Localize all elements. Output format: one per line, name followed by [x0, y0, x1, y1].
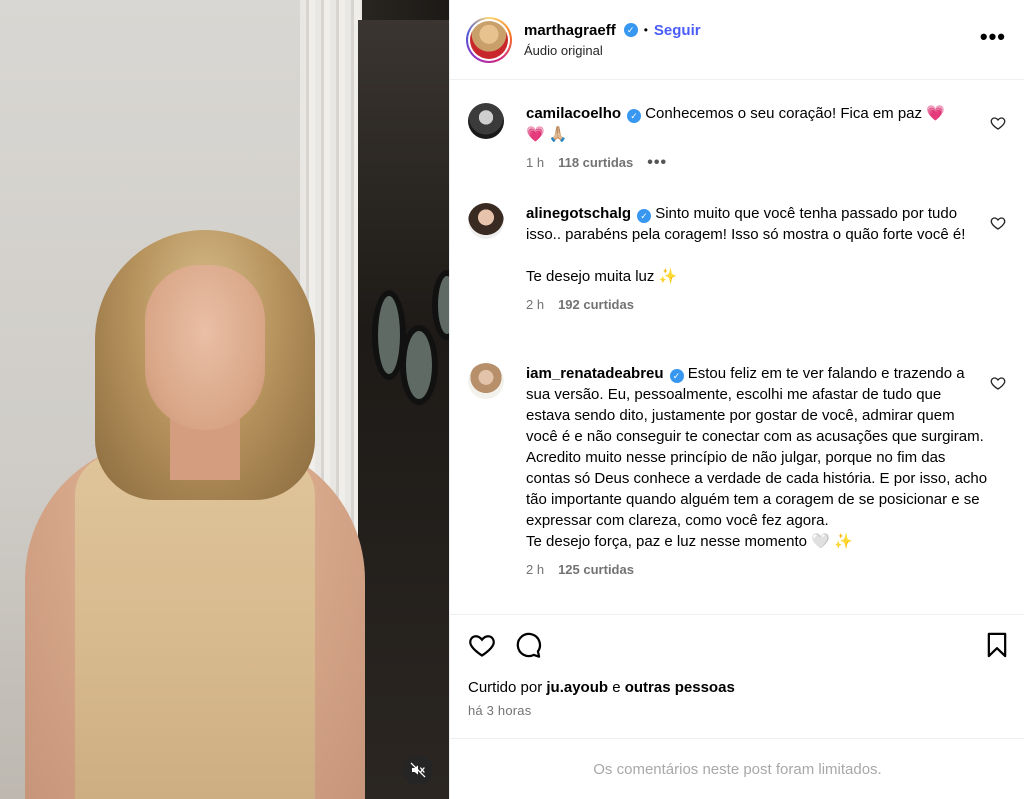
video-background-doorway: [358, 20, 449, 799]
liked-by-prefix: Curtido por: [468, 679, 543, 696]
author-avatar[interactable]: [470, 20, 508, 59]
more-options-button[interactable]: •••: [979, 24, 1006, 49]
comment-time[interactable]: 2 h: [526, 562, 544, 577]
like-heart-icon[interactable]: [468, 631, 496, 659]
commenter-avatar[interactable]: [468, 363, 504, 399]
author-username[interactable]: marthagraeff: [524, 22, 616, 39]
post-actions: Curtido por ju.ayoub e outras pessoas há…: [450, 614, 1024, 738]
video-background-mirror: [400, 325, 438, 405]
more-icon: •••: [979, 24, 1006, 49]
comment-item: alinegotschalg ✓ Sinto muito que você ten…: [468, 203, 1008, 312]
comment-icon[interactable]: [514, 631, 542, 659]
verified-badge-icon: ✓: [627, 109, 642, 123]
commenter-avatar[interactable]: [468, 103, 504, 139]
comment-item: iam_renatadeabreu ✓ Estou feliz em te ver…: [468, 363, 1008, 577]
verified-badge-icon: ✓: [623, 23, 638, 37]
heart-icon[interactable]: [990, 215, 1006, 231]
post-header: marthagraeff ✓ • Seguir Áudio original •…: [450, 0, 1024, 80]
comment-item: camilacoelho ✓ Conhecemos o seu coração! …: [468, 103, 1008, 170]
separator-dot: •: [643, 23, 648, 37]
video-person-face: [145, 265, 265, 430]
verified-badge-icon: ✓: [669, 369, 684, 383]
liked-by-text: Curtido por ju.ayoub e outras pessoas: [468, 679, 735, 696]
mute-toggle-button[interactable]: [403, 755, 433, 785]
speaker-muted-icon: [410, 762, 426, 778]
comment-likes[interactable]: 125 curtidas: [558, 562, 634, 577]
bookmark-icon[interactable]: [983, 631, 1011, 659]
comment-meta: 1 h 118 curtidas •••: [526, 154, 1008, 170]
liked-by-conjunction: e: [612, 679, 621, 696]
comment-meta: 2 h 192 curtidas: [526, 297, 1008, 312]
comments-limited-notice: Os comentários neste post foram limitado…: [450, 738, 1024, 799]
comment-body: iam_renatadeabreu ✓ Estou feliz em te ver…: [526, 363, 988, 552]
heart-icon[interactable]: [990, 375, 1006, 391]
commenter-username[interactable]: camilacoelho: [526, 105, 621, 122]
post-timestamp[interactable]: há 3 horas: [468, 703, 531, 718]
liked-by-others[interactable]: outras pessoas: [625, 679, 735, 696]
comment-body: camilacoelho ✓ Conhecemos o seu coração! …: [526, 103, 988, 145]
comment-likes[interactable]: 192 curtidas: [558, 297, 634, 312]
comment-time[interactable]: 1 h: [526, 155, 544, 170]
commenter-avatar[interactable]: [468, 203, 504, 239]
comments-list[interactable]: camilacoelho ✓ Conhecemos o seu coração! …: [450, 81, 1024, 614]
comment-text-continued: 💗 🙏🏼: [526, 126, 568, 143]
heart-icon[interactable]: [990, 115, 1006, 131]
video-person-top: [75, 455, 315, 799]
verified-badge-icon: ✓: [637, 209, 652, 223]
comment-body: alinegotschalg ✓ Sinto muito que você ten…: [526, 203, 988, 287]
comment-text-continued: Te desejo muita luz ✨: [526, 268, 678, 285]
story-ring[interactable]: [466, 16, 512, 63]
comment-text-continued: Acredito muito nesse princípio de não ju…: [526, 449, 988, 529]
follow-button[interactable]: Seguir: [654, 22, 701, 39]
commenter-username[interactable]: iam_renatadeabreu: [526, 365, 664, 382]
comment-time[interactable]: 2 h: [526, 297, 544, 312]
comment-options-button[interactable]: •••: [647, 154, 667, 170]
comment-meta: 2 h 125 curtidas: [526, 562, 1008, 577]
post-details-panel: marthagraeff ✓ • Seguir Áudio original •…: [449, 0, 1024, 799]
comment-text: Conhecemos o seu coração! Fica em paz 💗: [645, 105, 945, 122]
commenter-username[interactable]: alinegotschalg: [526, 205, 631, 222]
audio-link[interactable]: Áudio original: [524, 43, 701, 58]
comment-likes[interactable]: 118 curtidas: [558, 155, 633, 170]
liked-by-user[interactable]: ju.ayoub: [546, 679, 608, 696]
post-video[interactable]: [0, 0, 449, 799]
comment-text-closing: Te desejo força, paz e luz nesse momento…: [526, 533, 853, 550]
